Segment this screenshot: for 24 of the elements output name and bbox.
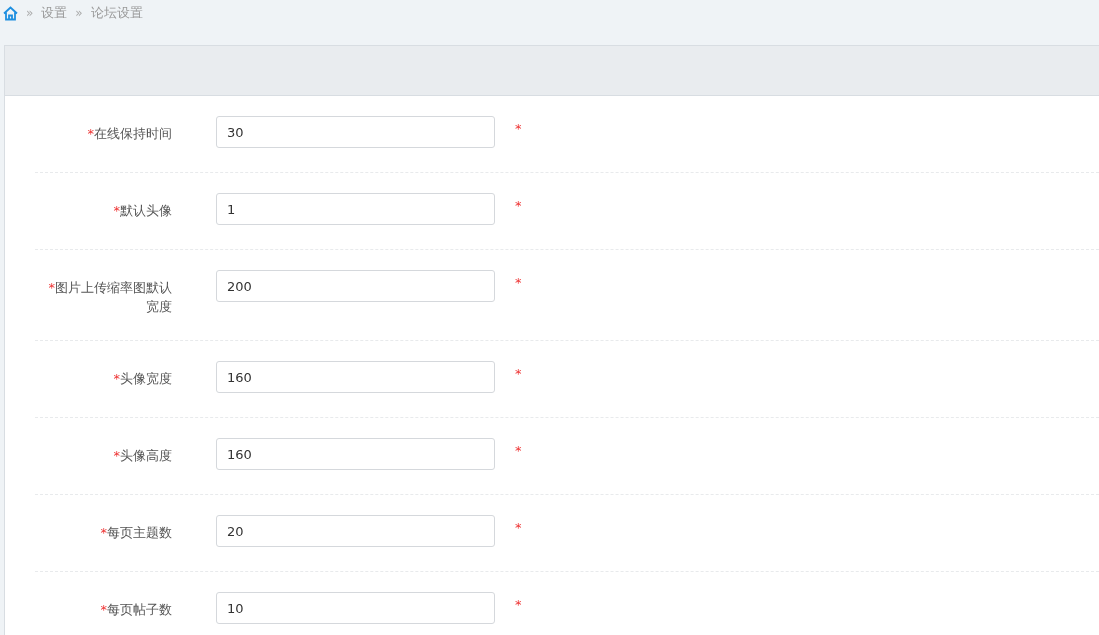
required-mark: * — [515, 519, 522, 535]
required-mark: * — [515, 442, 522, 458]
required-mark: * — [515, 120, 522, 136]
field-label: *每页帖子数 — [99, 601, 172, 619]
input-field[interactable]: 200 — [216, 270, 495, 302]
input-field[interactable]: 1 — [216, 193, 495, 225]
required-mark: * — [515, 197, 522, 213]
field-label: *头像宽度 — [112, 370, 172, 388]
breadcrumb-separator: » — [26, 6, 34, 20]
field-label: *默认头像 — [112, 202, 172, 220]
required-mark: * — [515, 365, 522, 381]
input-field[interactable]: 160 — [216, 438, 495, 470]
input-field[interactable]: 10 — [216, 592, 495, 624]
required-mark: * — [515, 596, 522, 612]
field-label: *头像高度 — [112, 447, 172, 465]
field-label: *每页主题数 — [99, 524, 172, 542]
input-field[interactable]: 20 — [216, 515, 495, 547]
input-field[interactable]: 30 — [216, 116, 495, 148]
breadcrumb-separator: » — [75, 6, 83, 20]
field-label: *在线保持时间 — [86, 125, 172, 143]
input-field[interactable]: 160 — [216, 361, 495, 393]
required-mark: * — [515, 274, 522, 290]
field-label: *图片上传缩率图默认宽度 — [47, 279, 172, 316]
home-icon[interactable] — [3, 5, 18, 21]
